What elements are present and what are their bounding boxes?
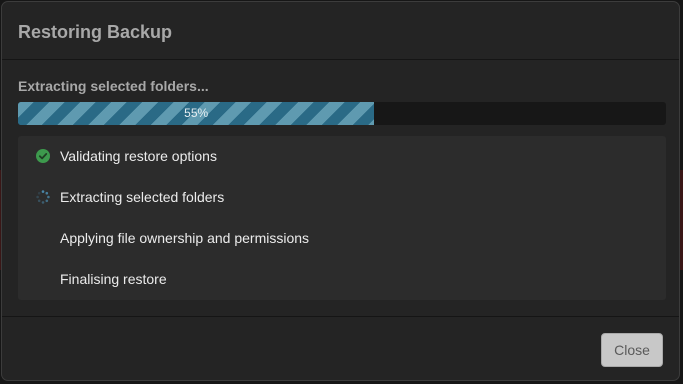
close-button[interactable]: Close [601, 333, 663, 367]
check-circle-icon [36, 149, 50, 163]
step-label: Finalising restore [60, 271, 167, 287]
restore-step-extract: Extracting selected folders [18, 177, 666, 218]
restore-step-validate: Validating restore options [18, 136, 666, 177]
step-label: Extracting selected folders [60, 189, 225, 205]
restore-step-permissions: Applying file ownership and permissions [18, 218, 666, 259]
progress-percent-label: 55% [184, 106, 209, 120]
spinner-icon [36, 190, 50, 204]
restore-progress-bar: 55% [18, 102, 666, 125]
restore-backup-dialog: Restoring Backup Extracting selected fol… [1, 1, 680, 381]
dialog-footer: Close [2, 316, 679, 380]
restore-step-finalise: Finalising restore [18, 259, 666, 300]
restore-status-text: Extracting selected folders... [18, 78, 209, 94]
restore-steps-list: Validating restore options Extracting se… [18, 136, 666, 300]
dialog-title: Restoring Backup [18, 22, 173, 42]
step-label: Applying file ownership and permissions [60, 230, 310, 246]
step-label: Validating restore options [60, 148, 217, 164]
dialog-header: Restoring Backup [2, 2, 679, 60]
